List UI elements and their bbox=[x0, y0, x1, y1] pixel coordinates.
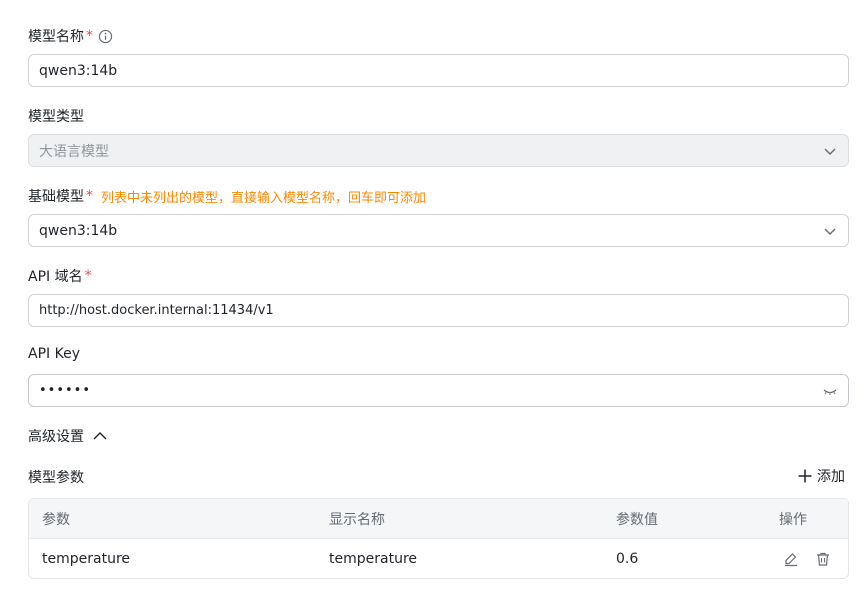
eye-closed-icon[interactable] bbox=[822, 383, 838, 399]
add-param-label: 添加 bbox=[817, 469, 845, 485]
base-model-label: 基础模型 * 列表中未列出的模型，直接输入模型名称，回车即可添加 bbox=[28, 186, 426, 206]
advanced-settings-label: 高级设置 bbox=[28, 429, 84, 445]
model-type-label: 模型类型 bbox=[28, 106, 84, 126]
cell-value: 0.6 bbox=[616, 551, 639, 567]
plus-icon bbox=[797, 468, 813, 484]
model-name-input[interactable]: qwen3:14b bbox=[28, 54, 849, 87]
base-model-value: qwen3:14b bbox=[39, 222, 118, 239]
required-mark: * bbox=[86, 28, 93, 44]
chevron-up-icon bbox=[92, 428, 108, 444]
api-domain-value: http://host.docker.internal:11434/v1 bbox=[39, 303, 274, 318]
chevron-down-icon[interactable] bbox=[822, 223, 838, 239]
api-domain-label-text: API 域名 bbox=[28, 269, 83, 285]
api-key-label-text: API Key bbox=[28, 346, 80, 362]
cell-display-name: temperature bbox=[329, 551, 417, 567]
col-header-param: 参数 bbox=[42, 511, 70, 528]
model-type-value: 大语言模型 bbox=[39, 143, 109, 160]
api-key-value: •••••• bbox=[39, 383, 92, 398]
model-type-select: 大语言模型 bbox=[28, 134, 849, 167]
api-domain-input[interactable]: http://host.docker.internal:11434/v1 bbox=[28, 294, 849, 327]
advanced-settings-toggle[interactable]: 高级设置 bbox=[28, 426, 108, 446]
required-mark: * bbox=[84, 268, 92, 284]
api-key-input[interactable]: •••••• bbox=[28, 374, 849, 407]
col-header-display-name: 显示名称 bbox=[329, 511, 385, 528]
trash-icon[interactable] bbox=[815, 551, 831, 567]
info-icon[interactable] bbox=[98, 29, 113, 44]
base-model-select[interactable]: qwen3:14b bbox=[28, 214, 849, 247]
api-domain-label: API 域名 * bbox=[28, 266, 92, 286]
col-header-value: 参数值 bbox=[616, 511, 658, 528]
base-model-hint: 列表中未列出的模型，直接输入模型名称，回车即可添加 bbox=[101, 190, 427, 206]
add-param-button[interactable]: 添加 bbox=[797, 466, 845, 486]
row-actions bbox=[783, 551, 831, 567]
chevron-down-icon bbox=[822, 143, 838, 159]
edit-icon[interactable] bbox=[783, 551, 799, 567]
col-header-actions: 操作 bbox=[779, 511, 807, 528]
required-mark: * bbox=[86, 188, 93, 204]
table-header: 参数 显示名称 参数值 操作 bbox=[29, 499, 848, 539]
model-name-value: qwen3:14b bbox=[39, 62, 118, 79]
params-table: 参数 显示名称 参数值 操作 temperature temperature 0… bbox=[28, 498, 849, 579]
model-params-title: 模型参数 bbox=[28, 470, 84, 486]
base-model-label-text: 基础模型 bbox=[28, 189, 84, 205]
model-type-label-text: 模型类型 bbox=[28, 109, 84, 125]
model-name-label-text: 模型名称 bbox=[28, 29, 84, 45]
table-row: temperature temperature 0.6 bbox=[29, 539, 848, 578]
cell-param: temperature bbox=[42, 551, 130, 567]
model-name-label: 模型名称 * bbox=[28, 26, 113, 46]
api-key-label: API Key bbox=[28, 346, 80, 362]
